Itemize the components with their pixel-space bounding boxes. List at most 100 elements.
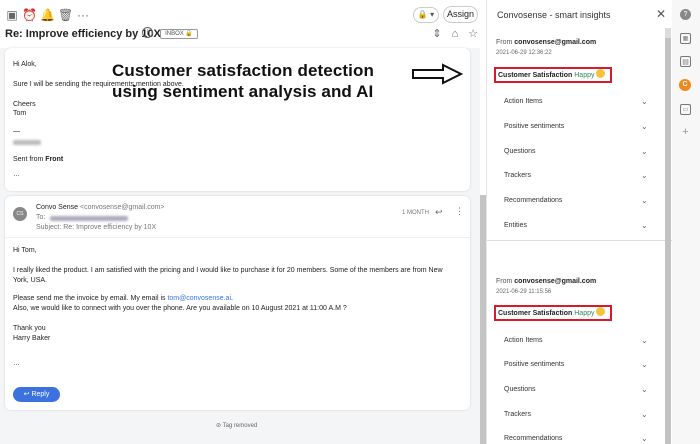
- sent-from-prefix: Sent from: [13, 156, 46, 163]
- signature-separator: —: [13, 128, 20, 135]
- app-window: ▣ ⏰ 🔔 🗑 ··· 🔒 ▾ Assign Re: Improve effic…: [0, 0, 700, 444]
- sent-from-line: Sent from Front: [13, 156, 63, 163]
- convosense-app-avatar[interactable]: C: [679, 79, 691, 91]
- chevron-down-icon[interactable]: ⌄: [641, 360, 648, 369]
- chevron-down-icon[interactable]: ⌄: [641, 434, 648, 443]
- chevron-down-icon[interactable]: ⌄: [641, 97, 648, 106]
- keyboard-icon[interactable]: ▭: [680, 104, 691, 115]
- reply-button[interactable]: ↩ Reply: [13, 387, 60, 402]
- sender-name: Convo Sense: [36, 204, 79, 211]
- recipient-line: To:: [36, 214, 45, 221]
- message-sender-name: Tom: [13, 110, 27, 117]
- insight-date: 2021-06-29 12:36:22: [496, 50, 552, 56]
- chevron-down-icon[interactable]: ⌄: [641, 196, 648, 205]
- sender-line: Convo Sense <convosense@gmail.com>: [36, 204, 165, 211]
- more-options-icon[interactable]: ···: [76, 8, 90, 22]
- happy-emoji-icon: [596, 69, 606, 78]
- insights-scrollbar-thumb[interactable]: [665, 38, 671, 444]
- section-questions[interactable]: Questions: [504, 386, 536, 393]
- subject-value: Re: Improve efficiency by 10X: [63, 224, 157, 231]
- chevron-down-icon[interactable]: ⌄: [641, 336, 648, 345]
- chevron-down-icon[interactable]: ⌄: [641, 171, 648, 180]
- expand-quoted-ellipsis[interactable]: …: [13, 360, 20, 367]
- redacted-recipient: [50, 216, 128, 221]
- contact-icon[interactable]: ▤: [680, 56, 691, 67]
- happy-emoji-icon: [596, 307, 606, 316]
- trash-icon[interactable]: 🗑: [58, 8, 73, 22]
- message-time: 1 MONTH: [402, 210, 429, 216]
- sort-arrows-icon[interactable]: ⇕: [431, 28, 443, 40]
- visibility-lock-button[interactable]: 🔒 ▾: [413, 7, 439, 23]
- more-vertical-icon[interactable]: ⋮: [455, 206, 464, 217]
- section-positive-sentiments[interactable]: Positive sentiments: [504, 123, 564, 130]
- section-trackers[interactable]: Trackers: [504, 411, 531, 418]
- star-icon[interactable]: ☆: [467, 28, 479, 40]
- satisfaction-value: Happy: [574, 310, 595, 317]
- close-icon[interactable]: ✕: [656, 7, 666, 21]
- chevron-down-icon[interactable]: ⌄: [641, 122, 648, 131]
- insights-panel: Convosense - smart insights ✕ From convo…: [486, 0, 673, 444]
- message-closing: Cheers: [13, 101, 36, 108]
- bell-icon[interactable]: 🔔: [40, 8, 55, 22]
- chevron-down-icon[interactable]: ⌄: [641, 147, 648, 156]
- section-action-items[interactable]: Action Items: [504, 98, 543, 105]
- chevron-down-icon[interactable]: ⌄: [641, 410, 648, 419]
- email-link[interactable]: tom@convosense.ai: [167, 295, 231, 302]
- insights-title: Convosense - smart insights: [497, 10, 611, 20]
- sent-from-app: Front: [45, 156, 64, 163]
- email-suffix-text: .: [231, 295, 233, 302]
- section-recommendations[interactable]: Recommendations: [504, 435, 562, 442]
- conversation-pane: ▣ ⏰ 🔔 🗑 ··· 🔒 ▾ Assign Re: Improve effic…: [0, 0, 480, 444]
- assign-button[interactable]: Assign: [443, 6, 478, 23]
- sender-email: <convosense@gmail.com>: [79, 204, 165, 211]
- from-email: convosense@gmail.com: [514, 39, 597, 46]
- message-paragraph-1-line-2: York, USA.: [13, 277, 47, 284]
- annotation-heading-line-2: using sentiment analysis and AI: [112, 82, 374, 101]
- section-recommendations[interactable]: Recommendations: [504, 197, 562, 204]
- redacted-signature: [13, 140, 41, 145]
- sender-avatar: CS: [13, 207, 27, 221]
- annotation-heading-line-1: Customer satisfaction detection: [112, 61, 374, 80]
- section-trackers[interactable]: Trackers: [504, 172, 531, 179]
- tag-removed-label: Tag removed: [222, 423, 258, 429]
- section-positive-sentiments[interactable]: Positive sentiments: [504, 361, 564, 368]
- message-sender-name: Harry Baker: [13, 335, 51, 342]
- to-label: To:: [36, 214, 46, 221]
- add-app-icon[interactable]: +: [680, 127, 691, 138]
- calendar-icon[interactable]: ▦: [680, 33, 691, 44]
- message-paragraph-1-line-1: I really liked the product. I am satisfi…: [13, 267, 443, 274]
- message-greeting: Hi Tom,: [13, 247, 37, 254]
- archive-icon[interactable]: ▣: [5, 8, 19, 22]
- section-entities[interactable]: Entities: [504, 222, 527, 229]
- subject-label: Subject:: [36, 224, 62, 231]
- app-sidebar-rail: ? ▦ ▤ C ▭ +: [672, 0, 700, 444]
- tag-removed-event: ⊘ Tag removed: [216, 422, 257, 429]
- chevron-down-icon[interactable]: ⌄: [641, 385, 648, 394]
- section-action-items[interactable]: Action Items: [504, 337, 543, 344]
- satisfaction-label: Customer Satisfaction: [498, 72, 573, 79]
- help-icon[interactable]: ?: [680, 9, 691, 20]
- insight-from: From convosense@gmail.com: [496, 278, 596, 285]
- from-label: From: [496, 39, 515, 46]
- tag-icon[interactable]: ⌂: [449, 28, 461, 40]
- expand-quoted-ellipsis[interactable]: …: [13, 171, 20, 178]
- from-email: convosense@gmail.com: [514, 278, 597, 285]
- section-questions[interactable]: Questions: [504, 148, 536, 155]
- conversation-subject: Re: Improve efficiency by 10X: [5, 28, 161, 40]
- tag-removed-icon: ⊘: [216, 423, 223, 429]
- reply-arrow-icon[interactable]: ↩: [435, 207, 443, 218]
- inbox-tag[interactable]: INBOX 🔒: [160, 29, 198, 39]
- email-prefix-text: Please send me the invoice by email. My …: [13, 295, 168, 302]
- snooze-clock-icon[interactable]: ⏰: [22, 8, 37, 22]
- annotation-arrow-icon: [412, 63, 463, 85]
- info-icon[interactable]: i: [142, 27, 153, 38]
- from-label: From: [496, 278, 515, 285]
- header-divider: [5, 237, 470, 238]
- message-card-2[interactable]: CS Convo Sense <convosense@gmail.com> To…: [5, 196, 470, 410]
- chevron-down-icon[interactable]: ⌄: [641, 221, 648, 230]
- message-closing: Thank you: [13, 325, 46, 332]
- message-greeting: Hi Alok,: [13, 61, 37, 68]
- insight-divider: [487, 240, 673, 241]
- satisfaction-label: Customer Satisfaction: [498, 310, 573, 317]
- subject-line: Subject: Re: Improve efficiency by 10X: [36, 224, 156, 231]
